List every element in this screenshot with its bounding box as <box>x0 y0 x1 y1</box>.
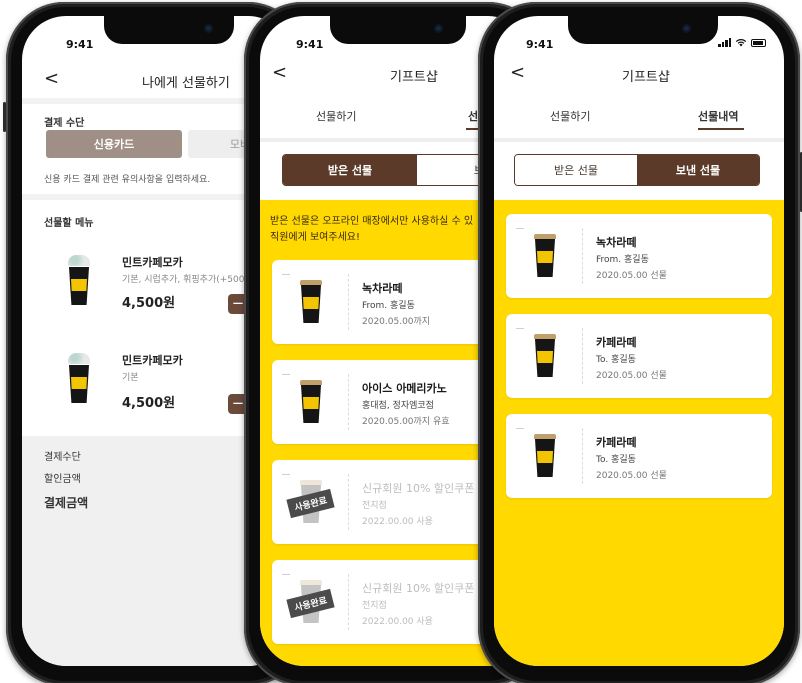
gift-sender: From. 홍길동 <box>362 301 415 311</box>
payment-section-label: 결제 수단 <box>44 118 85 129</box>
seg-received[interactable]: 받은 선물 <box>515 155 637 185</box>
notch <box>330 16 466 44</box>
gift-segment-control: 받은 선물 보낸 선물 <box>514 154 760 186</box>
history-card[interactable]: 카페라떼 To. 홍길동 2020.05.00 선물 <box>506 314 772 398</box>
status-icons <box>718 38 766 47</box>
tab-gift-history[interactable]: 선물내역 <box>698 108 738 124</box>
page-title: 나에게 선물하기 <box>142 76 230 91</box>
back-icon[interactable]: < <box>510 62 525 83</box>
gift-name: 카페라떼 <box>596 436 637 449</box>
coupon-used-date: 2022.00.00 사용 <box>362 617 433 627</box>
item-name: 민트카페모카 <box>122 354 183 367</box>
pay-card-button[interactable]: 신용카드 <box>46 130 182 158</box>
item-price: 4,500원 <box>122 396 176 411</box>
tab-send-gift[interactable]: 선물하기 <box>550 108 590 124</box>
iced-americano-icon <box>300 380 322 424</box>
camera-icon <box>204 24 213 33</box>
tabs-divider <box>494 138 784 142</box>
tab-send-gift[interactable]: 선물하기 <box>316 108 356 124</box>
camera-icon <box>434 24 443 33</box>
item-name: 민트카페모카 <box>122 256 183 269</box>
phone-gift-history: 9:41 < 기프트샵 선물하기 선물내역 받은 선물 보낸 선물 녹차라떼 F… <box>478 2 802 683</box>
notch <box>568 16 718 44</box>
usage-notice-2: 직원에게 보여주세요! <box>270 232 360 243</box>
back-icon[interactable]: < <box>44 68 59 89</box>
cafe-latte-icon <box>534 334 556 378</box>
gift-stores: 홍대점, 정자엠코점 <box>362 401 434 411</box>
green-tea-latte-icon <box>534 234 556 278</box>
usage-notice: 받은 선물은 오프라인 매장에서만 사용하실 수 있 <box>270 216 474 227</box>
status-time: 9:41 <box>296 38 324 51</box>
gift-expiry: 2020.05.00까지 <box>362 317 431 327</box>
screen-gift-history: 9:41 < 기프트샵 선물하기 선물내역 받은 선물 보낸 선물 녹차라떼 F… <box>494 16 784 666</box>
item-options: 기본, 시럽추가, 휘핑추가(+500) <box>122 275 248 285</box>
green-tea-latte-icon <box>300 280 322 324</box>
page-title: 기프트샵 <box>390 70 438 85</box>
volume-button <box>3 102 6 132</box>
gift-recipient: To. 홍길동 <box>596 355 636 365</box>
seg-sent[interactable]: 보낸 선물 <box>637 155 759 185</box>
mint-mocha-icon <box>68 255 90 306</box>
history-card[interactable]: 녹차라떼 From. 홍길동 2020.05.00 선물 <box>506 214 772 298</box>
camera-icon <box>682 24 691 33</box>
history-card[interactable]: 카페라떼 To. 홍길동 2020.05.00 선물 <box>506 414 772 498</box>
tab-underline <box>698 128 744 130</box>
status-time: 9:41 <box>66 38 94 51</box>
gift-recipient: To. 홍길동 <box>596 455 636 465</box>
seg-received[interactable]: 받은 선물 <box>283 155 417 185</box>
gift-name: 카페라떼 <box>596 336 637 349</box>
pay-notice: 신용 카드 결제 관련 유의사항을 입력하세요. <box>44 175 211 185</box>
battery-icon <box>751 38 766 47</box>
coupon-scope: 전지점 <box>362 501 387 511</box>
cafe-latte-icon <box>534 434 556 478</box>
coupon-name: 신규회원 10% 할인쿠폰 <box>362 482 475 495</box>
summary-discount-label: 할인금액 <box>44 474 81 485</box>
item-price: 4,500원 <box>122 296 176 311</box>
gift-name: 녹차라떼 <box>362 282 403 295</box>
coupon-used-date: 2022.00.00 사용 <box>362 517 433 527</box>
notch <box>104 16 234 44</box>
gift-name: 아이스 아메리카노 <box>362 382 447 395</box>
gift-date: 2020.05.00 선물 <box>596 471 667 481</box>
status-time: 9:41 <box>526 38 554 51</box>
item-options: 기본 <box>122 373 139 383</box>
summary-total-label: 결제금액 <box>44 496 89 510</box>
gift-name: 녹차라떼 <box>596 236 637 249</box>
wifi-icon <box>735 38 747 47</box>
coupon-scope: 전지점 <box>362 601 387 611</box>
tab-gift-history[interactable]: 선 <box>468 108 478 124</box>
gift-date: 2020.05.00 선물 <box>596 371 667 381</box>
gift-date: 2020.05.00 선물 <box>596 271 667 281</box>
mint-mocha-icon <box>68 353 90 404</box>
signal-icon <box>718 38 731 47</box>
coupon-name: 신규회원 10% 할인쿠폰 <box>362 582 475 595</box>
back-icon[interactable]: < <box>272 62 287 83</box>
gift-sender: From. 홍길동 <box>596 255 649 265</box>
gift-expiry: 2020.05.00까지 유효 <box>362 417 450 427</box>
page-title: 기프트샵 <box>622 70 670 85</box>
summary-method-label: 결제수단 <box>44 452 81 463</box>
menu-section-label: 선물할 메뉴 <box>44 218 94 229</box>
